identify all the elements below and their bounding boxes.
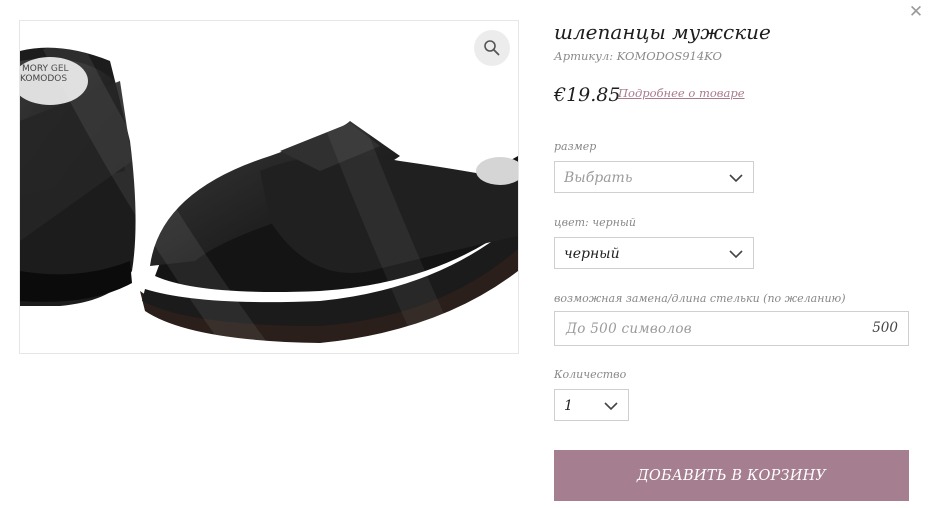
quantity-select-value: 1	[564, 398, 573, 414]
character-counter: 500	[872, 320, 898, 336]
color-select[interactable]: черный	[554, 237, 754, 269]
chevron-down-icon	[729, 174, 743, 183]
insole-input[interactable]: До 500 символов 500	[554, 311, 909, 346]
size-select[interactable]: Выбрать	[554, 161, 754, 193]
color-label: цвет: черный	[554, 216, 636, 229]
product-price: €19.85	[554, 84, 621, 106]
quantity-label: Количество	[554, 368, 627, 381]
product-article: Артикул: KOMODOS914KO	[554, 49, 722, 63]
chevron-down-icon	[604, 402, 618, 411]
color-select-value: черный	[564, 246, 620, 262]
magnifier-icon	[484, 40, 500, 56]
quantity-select[interactable]: 1	[554, 389, 629, 421]
insole-placeholder: До 500 символов	[566, 321, 692, 337]
size-label: размер	[554, 140, 597, 153]
product-image: MORY GEL KOMODOS	[19, 20, 519, 354]
sandal-photo: MORY GEL KOMODOS	[20, 32, 518, 353]
details-link[interactable]: Подробнее о товаре	[618, 86, 745, 100]
chevron-down-icon	[729, 250, 743, 259]
size-select-value: Выбрать	[564, 170, 633, 186]
product-title: шлепанцы мужские	[554, 20, 771, 44]
zoom-button[interactable]	[474, 30, 510, 66]
add-to-cart-button[interactable]: ДОБАВИТЬ В КОРЗИНУ	[554, 450, 909, 501]
close-icon[interactable]: ✕	[906, 2, 926, 22]
insole-label: возможная замена/длина стельки (по желан…	[554, 292, 846, 305]
